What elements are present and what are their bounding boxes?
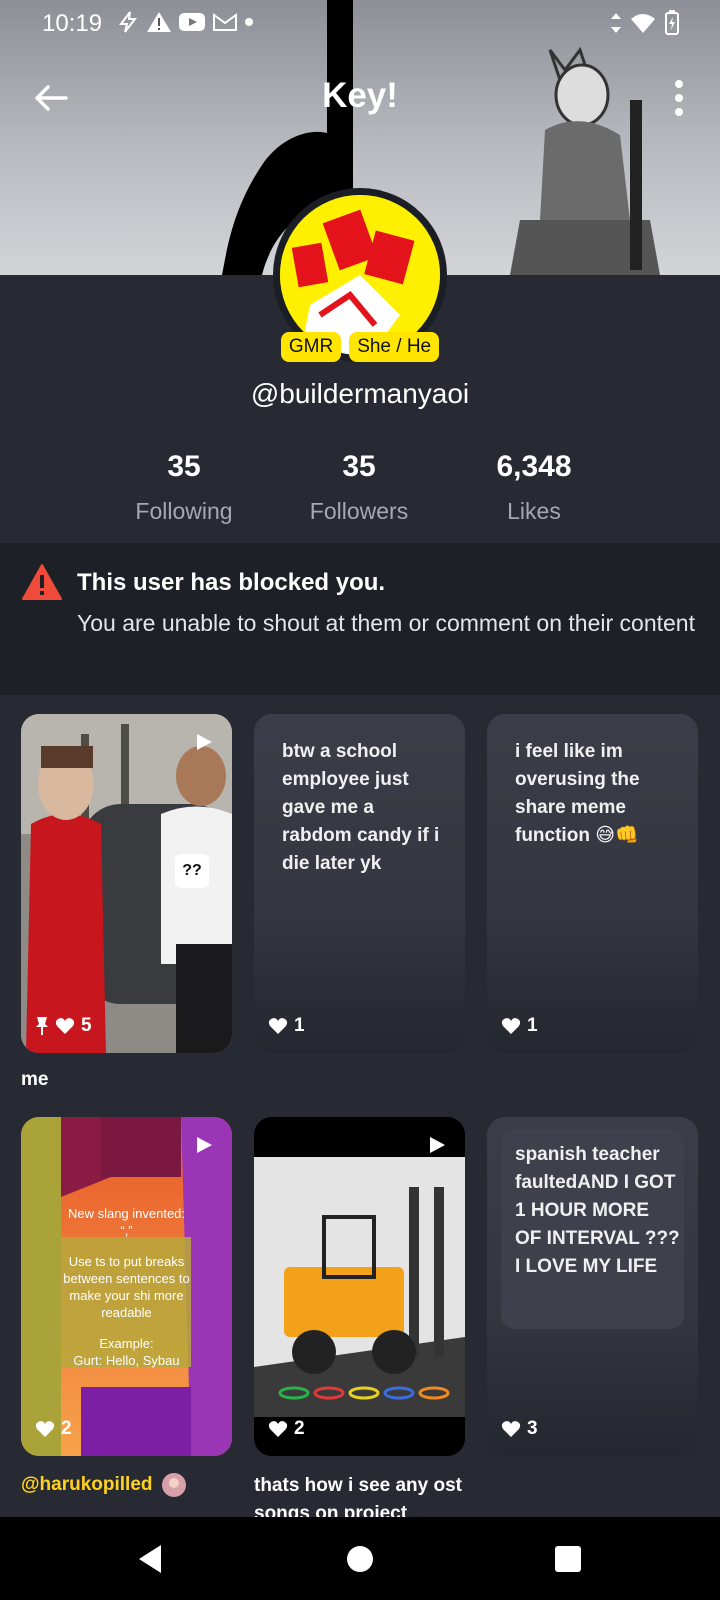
system-navigation-bar bbox=[0, 1517, 720, 1600]
heart-icon bbox=[55, 1018, 75, 1034]
gmail-icon bbox=[213, 13, 237, 31]
play-icon bbox=[197, 1137, 212, 1153]
heart-icon bbox=[35, 1421, 55, 1437]
post-text: btw a school employee just gave me a rab… bbox=[282, 741, 440, 874]
stat-value: 35 bbox=[167, 450, 201, 483]
post-card-video[interactable]: 2 bbox=[254, 1117, 465, 1456]
username-handle: @buildermanyaoi bbox=[250, 378, 470, 409]
stat-label: Likes bbox=[507, 498, 561, 524]
heart-icon bbox=[268, 1421, 288, 1437]
like-count-value: 1 bbox=[294, 1015, 305, 1036]
data-arrows-icon bbox=[611, 13, 621, 33]
dot-icon bbox=[245, 18, 253, 26]
top-app-bar: Key! bbox=[0, 60, 720, 136]
overlay-line: New slang invented: bbox=[67, 1206, 186, 1221]
heart-icon bbox=[268, 1018, 288, 1034]
bolt-icon bbox=[119, 11, 138, 33]
post-card-text[interactable]: btw a school employee just gave me a rab… bbox=[254, 714, 465, 1053]
post-card-video[interactable]: ?? 5 bbox=[21, 714, 232, 1053]
post-card-text[interactable]: spanish teacher faultedAND I GOT 1 HOUR … bbox=[487, 1117, 698, 1456]
sticker-badge: ?? bbox=[175, 854, 209, 888]
stat-likes[interactable]: 6,348 Likes bbox=[454, 450, 614, 525]
gamer-chip: GMR bbox=[280, 332, 342, 362]
heart-icon bbox=[501, 1421, 521, 1437]
mention-avatar bbox=[161, 1473, 186, 1497]
stat-followers[interactable]: 35 Followers bbox=[279, 450, 439, 525]
overlay-line: Use ts to put breaks between sentences t… bbox=[63, 1254, 190, 1320]
avatar-artwork bbox=[280, 195, 440, 355]
overlay-line: Example: bbox=[99, 1336, 154, 1351]
heart-icon bbox=[501, 1018, 521, 1034]
play-icon bbox=[197, 734, 212, 750]
youtube-icon bbox=[179, 13, 205, 31]
status-bar: 10:19 bbox=[0, 0, 720, 48]
overlay-line: Gurt: Hello, Sybau bbox=[73, 1353, 180, 1368]
overlay-line: “,” bbox=[120, 1223, 133, 1238]
nav-back-icon[interactable] bbox=[133, 1541, 169, 1577]
alert-icon bbox=[147, 12, 171, 32]
battery-icon bbox=[665, 10, 679, 35]
status-time: 10:19 bbox=[42, 10, 103, 37]
play-icon bbox=[430, 1137, 445, 1153]
post-text: i feel like im overusing the share meme … bbox=[515, 741, 640, 846]
like-count: 3 bbox=[501, 1418, 538, 1440]
post-card-video[interactable]: New slang invented: “,” Use ts to put br… bbox=[21, 1117, 232, 1456]
stat-value: 6,348 bbox=[496, 450, 572, 483]
more-options-icon[interactable] bbox=[672, 78, 686, 118]
like-count-value: 5 bbox=[81, 1015, 92, 1036]
stat-label: Following bbox=[135, 498, 233, 524]
like-count-value: 1 bbox=[527, 1015, 538, 1036]
like-count-value: 2 bbox=[61, 1418, 72, 1439]
pronouns-chip: She / He bbox=[349, 332, 440, 362]
post-caption-mention[interactable]: @harukopilled bbox=[21, 1472, 187, 1498]
video-thumbnail bbox=[254, 1117, 465, 1456]
nav-recents-icon[interactable] bbox=[550, 1541, 586, 1577]
profile-stats: 35 Following 35 Followers 6,348 Likes bbox=[0, 450, 720, 530]
profile-chips: GMR She / He bbox=[0, 332, 720, 362]
warning-icon bbox=[22, 564, 62, 600]
post-card-text[interactable]: i feel like im overusing the share meme … bbox=[487, 714, 698, 1053]
pin-icon bbox=[36, 1017, 48, 1035]
wifi-icon bbox=[631, 14, 655, 33]
post-text: spanish teacher faultedAND I GOT 1 HOUR … bbox=[515, 1144, 680, 1277]
like-count: 1 bbox=[268, 1015, 305, 1037]
video-overlay-text: New slang invented: “,” Use ts to put br… bbox=[29, 1205, 224, 1369]
like-count-value: 3 bbox=[527, 1418, 538, 1439]
status-system-icons bbox=[610, 10, 680, 36]
avatar-image bbox=[280, 195, 440, 355]
blocked-notice: This user has blocked you. You are unabl… bbox=[0, 543, 720, 695]
notice-body: You are unable to shout at them or comme… bbox=[77, 610, 695, 636]
stat-label: Followers bbox=[309, 498, 409, 524]
like-count: 1 bbox=[501, 1015, 538, 1037]
like-count-value: 2 bbox=[294, 1418, 305, 1439]
like-count: 5 bbox=[35, 1015, 92, 1037]
nav-home-icon[interactable] bbox=[342, 1541, 378, 1577]
like-count: 2 bbox=[35, 1418, 72, 1440]
like-count: 2 bbox=[268, 1418, 305, 1440]
notice-heading: This user has blocked you. bbox=[77, 569, 386, 596]
stat-value: 35 bbox=[342, 450, 376, 483]
page-title: Key! bbox=[322, 76, 398, 115]
post-caption: me bbox=[21, 1069, 49, 1090]
stat-following[interactable]: 35 Following bbox=[104, 450, 264, 525]
status-notification-icons bbox=[116, 10, 254, 34]
mention-handle: @harukopilled bbox=[21, 1474, 153, 1495]
post-caption: thats how i see any ost songs on project bbox=[254, 1475, 462, 1517]
